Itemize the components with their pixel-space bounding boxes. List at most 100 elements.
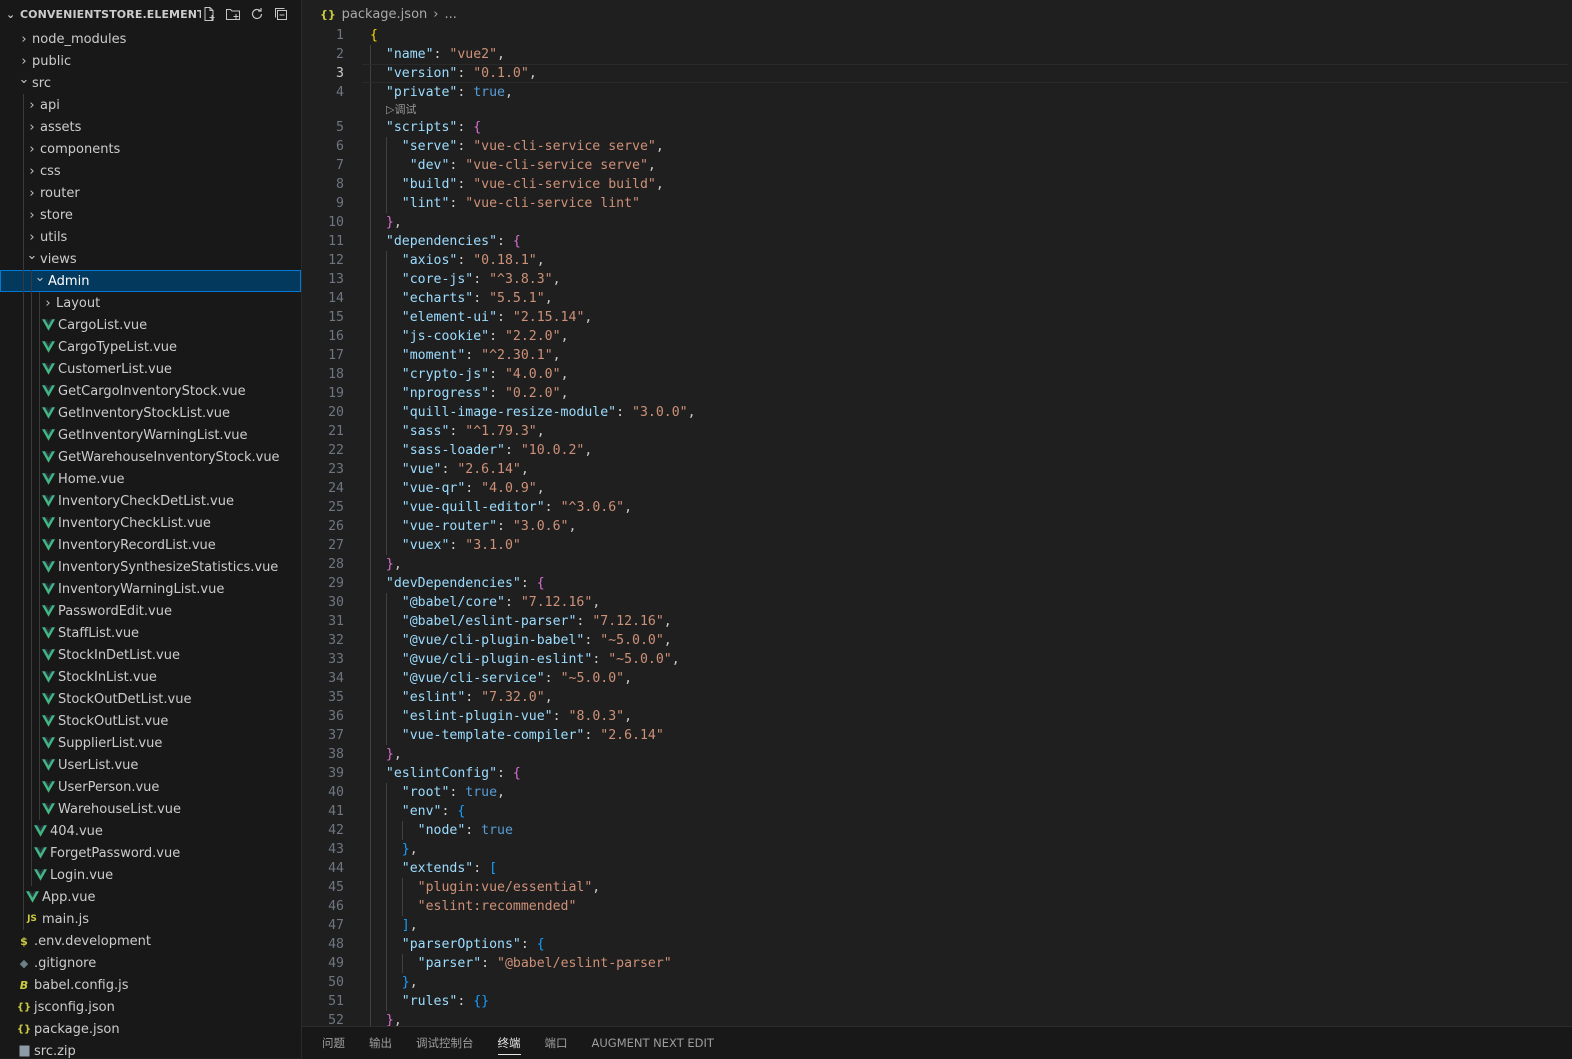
tree-item[interactable]: WarehouseList.vue — [0, 798, 301, 820]
code-line[interactable]: 37 "vue-template-compiler": "2.6.14" — [302, 726, 1572, 745]
chevron-right-icon[interactable]: › — [24, 208, 40, 223]
tree-item[interactable]: SupplierList.vue — [0, 732, 301, 754]
tree-item[interactable]: PasswordEdit.vue — [0, 600, 301, 622]
code-line[interactable]: 44 "extends": [ — [302, 859, 1572, 878]
code-line[interactable]: 38}, — [302, 745, 1572, 764]
chevron-down-icon[interactable]: ⌄ — [32, 270, 48, 285]
tree-item[interactable]: Bbabel.config.js — [0, 974, 301, 996]
tree-item[interactable]: GetWarehouseInventoryStock.vue — [0, 446, 301, 468]
code-line[interactable]: 13 "core-js": "^3.8.3", — [302, 270, 1572, 289]
chevron-right-icon[interactable]: › — [24, 230, 40, 245]
tree-item[interactable]: › api — [0, 94, 301, 116]
code-line[interactable]: 48 "parserOptions": { — [302, 935, 1572, 954]
code-line[interactable]: 21 "sass": "^1.79.3", — [302, 422, 1572, 441]
tree-item[interactable]: › components — [0, 138, 301, 160]
tree-item[interactable]: › css — [0, 160, 301, 182]
panel-tab[interactable]: 调试控制台 — [416, 1027, 474, 1059]
collapse-all-icon[interactable] — [273, 6, 289, 22]
chevron-down-icon[interactable]: ⌄ — [16, 72, 32, 87]
tree-item[interactable]: InventorySynthesizeStatistics.vue — [0, 556, 301, 578]
code-line[interactable]: 28}, — [302, 555, 1572, 574]
tree-item[interactable]: StockInDetList.vue — [0, 644, 301, 666]
panel-tab[interactable]: AUGMENT NEXT EDIT — [592, 1027, 714, 1059]
tree-item[interactable]: InventoryCheckDetList.vue — [0, 490, 301, 512]
code-line[interactable]: 23 "vue": "2.6.14", — [302, 460, 1572, 479]
code-editor[interactable]: 1{2 "name": "vue2", 3 "version": "0.1.0", 4 "… — [302, 26, 1572, 1030]
tree-item[interactable]: GetInventoryStockList.vue — [0, 402, 301, 424]
code-line[interactable]: 10}, — [302, 213, 1572, 232]
tree-item[interactable]: GetInventoryWarningList.vue — [0, 424, 301, 446]
tree-item[interactable]: InventoryWarningList.vue — [0, 578, 301, 600]
code-line[interactable]: 22 "sass-loader": "10.0.2", — [302, 441, 1572, 460]
code-line[interactable]: 20 "quill-image-resize-module": "3.0.0", — [302, 403, 1572, 422]
tree-item[interactable]: ⌄ src — [0, 72, 301, 94]
tree-item[interactable]: StaffList.vue — [0, 622, 301, 644]
chevron-right-icon[interactable]: › — [24, 98, 40, 113]
code-line[interactable]: 16 "js-cookie": "2.2.0", — [302, 327, 1572, 346]
code-line[interactable]: 6 "serve": "vue-cli-service serve", — [302, 137, 1572, 156]
code-line[interactable]: 30 "@babel/core": "7.12.16", — [302, 593, 1572, 612]
code-line[interactable]: 33 "@vue/cli-plugin-eslint": "~5.0.0", — [302, 650, 1572, 669]
tree-item[interactable]: ◆ .gitignore — [0, 952, 301, 974]
code-line[interactable]: 1{ — [302, 26, 1572, 45]
tree-item[interactable]: › Layout — [0, 292, 301, 314]
new-folder-icon[interactable] — [225, 6, 241, 22]
code-line[interactable]: 35 "eslint": "7.32.0", — [302, 688, 1572, 707]
code-line[interactable]: 32 "@vue/cli-plugin-babel": "~5.0.0", — [302, 631, 1572, 650]
code-line[interactable]: 2 "name": "vue2", — [302, 45, 1572, 64]
tree-item[interactable]: $ .env.development — [0, 930, 301, 952]
tree-item[interactable]: Login.vue — [0, 864, 301, 886]
code-line[interactable]: 47], — [302, 916, 1572, 935]
code-line[interactable]: 51 "rules": {} — [302, 992, 1572, 1011]
code-line[interactable]: 25 "vue-quill-editor": "^3.0.6", — [302, 498, 1572, 517]
code-line[interactable]: 4 "private": true, — [302, 83, 1572, 102]
code-line[interactable]: 45 "plugin:vue/essential", — [302, 878, 1572, 897]
code-line[interactable]: 14 "echarts": "5.5.1", — [302, 289, 1572, 308]
code-line[interactable]: 15 "element-ui": "2.15.14", — [302, 308, 1572, 327]
panel-tab[interactable]: 输出 — [369, 1027, 392, 1059]
code-line[interactable]: 11 "dependencies": { — [302, 232, 1572, 251]
tree-item[interactable]: CargoList.vue — [0, 314, 301, 336]
tree-item[interactable]: › router — [0, 182, 301, 204]
tree-item[interactable]: Home.vue — [0, 468, 301, 490]
tree-item[interactable]: ⌄ Admin — [0, 270, 301, 292]
code-line[interactable]: 50}, — [302, 973, 1572, 992]
code-line[interactable]: 9 "lint": "vue-cli-service lint" — [302, 194, 1572, 213]
chevron-down-icon[interactable]: ⌄ — [6, 8, 20, 21]
code-line[interactable]: 7 "dev": "vue-cli-service serve", — [302, 156, 1572, 175]
code-line[interactable]: 42 "node": true — [302, 821, 1572, 840]
chevron-right-icon[interactable]: › — [24, 142, 40, 157]
code-line[interactable]: 19 "nprogress": "0.2.0", — [302, 384, 1572, 403]
code-line[interactable]: 40 "root": true, — [302, 783, 1572, 802]
tree-item[interactable]: › store — [0, 204, 301, 226]
explorer-header[interactable]: ⌄ CONVENIENTSTORE.ELEMENTUI — [0, 0, 301, 28]
breadcrumb-trail[interactable]: ... — [444, 7, 456, 22]
chevron-right-icon[interactable]: › — [16, 54, 32, 69]
tree-item[interactable]: › node_modules — [0, 28, 301, 50]
panel-tab[interactable]: 终端 — [497, 1027, 521, 1059]
code-line[interactable]: 39 "eslintConfig": { — [302, 764, 1572, 783]
refresh-icon[interactable] — [249, 6, 265, 22]
tree-item[interactable]: InventoryRecordList.vue — [0, 534, 301, 556]
code-line[interactable]: 26 "vue-router": "3.0.6", — [302, 517, 1572, 536]
tree-item[interactable]: ⌄ views — [0, 248, 301, 270]
tree-item[interactable]: {} package.json — [0, 1018, 301, 1040]
chevron-right-icon[interactable]: › — [24, 120, 40, 135]
tree-item[interactable]: InventoryCheckList.vue — [0, 512, 301, 534]
code-line[interactable]: 46 "eslint:recommended" — [302, 897, 1572, 916]
chevron-right-icon[interactable]: › — [24, 186, 40, 201]
tree-item[interactable]: CustomerList.vue — [0, 358, 301, 380]
tree-item[interactable]: ForgetPassword.vue — [0, 842, 301, 864]
tree-item[interactable]: › assets — [0, 116, 301, 138]
code-line[interactable]: 43}, — [302, 840, 1572, 859]
code-line[interactable]: 34 "@vue/cli-service": "~5.0.0", — [302, 669, 1572, 688]
tree-item[interactable]: GetCargoInventoryStock.vue — [0, 380, 301, 402]
code-line[interactable]: 29 "devDependencies": { — [302, 574, 1572, 593]
new-file-icon[interactable] — [201, 6, 217, 22]
breadcrumb-file[interactable]: package.json — [342, 7, 428, 22]
tree-item[interactable]: StockInList.vue — [0, 666, 301, 688]
tree-item[interactable]: {} jsconfig.json — [0, 996, 301, 1018]
code-line[interactable]: 27 "vuex": "3.1.0" — [302, 536, 1572, 555]
code-line[interactable]: 8 "build": "vue-cli-service build", — [302, 175, 1572, 194]
tree-item[interactable]: JS main.js — [0, 908, 301, 930]
